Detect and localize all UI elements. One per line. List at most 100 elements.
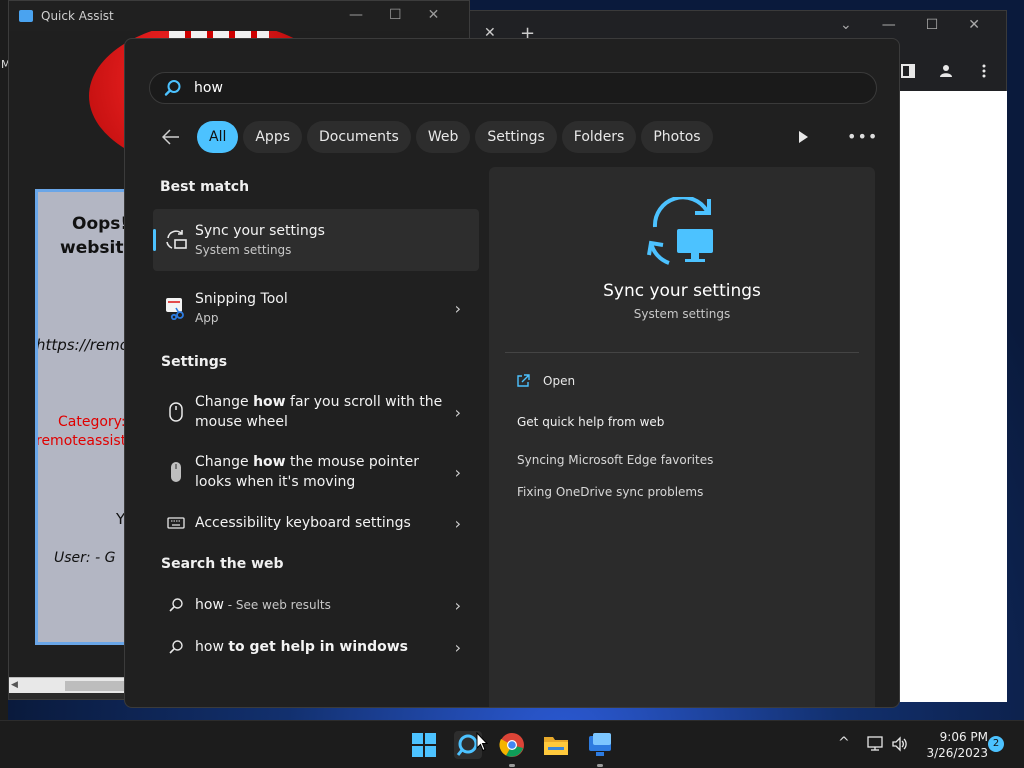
filter-all[interactable]: All [197, 121, 239, 153]
mouse-pointer-icon [163, 459, 189, 485]
taskbar: ^ 9:06 PM 3/26/2023 2 [0, 720, 1024, 768]
snipping-tool-title: Snipping Tool [195, 291, 288, 307]
chevron-right-icon[interactable]: › [455, 299, 461, 318]
accessibility-keyboard-text: Accessibility keyboard settings [195, 513, 411, 533]
result-accessibility-keyboard[interactable]: Accessibility keyboard settings › [153, 505, 479, 541]
best-match-heading: Best match [160, 179, 250, 195]
best-match-text: Sync your settings System settings [195, 221, 325, 259]
network-icon[interactable] [866, 736, 884, 752]
snipping-tool-text: Snipping Tool App [195, 289, 288, 327]
filter-bar: All Apps Documents Web Settings Folders … [159, 121, 718, 153]
web-help-heading: Get quick help from web [517, 415, 665, 429]
open-label: Open [543, 374, 576, 388]
best-match-sync-settings[interactable]: Sync your settings System settings [153, 209, 479, 271]
desktop-left-edge: M [0, 0, 11, 720]
open-action[interactable]: Open [515, 373, 575, 389]
quick-assist-running-indicator [597, 764, 603, 767]
filter-photos[interactable]: Photos [641, 121, 713, 153]
open-external-icon [517, 374, 530, 387]
volume-icon[interactable] [891, 736, 909, 752]
chrome-icon[interactable] [498, 731, 526, 759]
preview-title: Sync your settings [603, 281, 761, 301]
browser-minimize-button[interactable]: — [882, 17, 896, 33]
browser-page-content [900, 91, 1007, 702]
quick-assist-maximize-button[interactable]: ☐ [389, 7, 402, 23]
search-input[interactable] [194, 76, 844, 100]
search-box[interactable] [149, 72, 877, 104]
filter-web[interactable]: Web [415, 121, 471, 153]
web-result-how-line: how - See web results [195, 595, 331, 615]
web-result-how-to-get-help[interactable]: how to get help in windows › [153, 629, 479, 665]
scroll-setting-highlight: how [253, 394, 286, 410]
keyboard-icon [163, 510, 189, 536]
scroll-setting-pre: Change [195, 394, 254, 410]
warning-category-value: remoteassista [36, 433, 135, 449]
chevron-right-icon[interactable]: › [455, 403, 461, 422]
quick-assist-icon [19, 10, 33, 22]
notification-badge[interactable]: 2 [988, 736, 1004, 752]
system-clock[interactable]: 9:06 PM 3/26/2023 [918, 729, 988, 761]
preview-pane: Sync your settings System settings Open … [489, 167, 875, 707]
pointer-setting-pre: Change [195, 454, 254, 470]
more-options-button[interactable]: ••• [847, 127, 877, 147]
scrollbar-thumb[interactable] [65, 681, 125, 691]
pointer-setting-text: Change how the mouse pointer looks when … [195, 452, 419, 492]
chevron-right-icon[interactable]: › [455, 638, 461, 657]
pointer-setting-highlight: how [253, 454, 286, 470]
web-result-how[interactable]: how - See web results › [153, 587, 479, 623]
result-snipping-tool[interactable]: Snipping Tool App › [153, 277, 479, 339]
browser-tab-search-button[interactable]: ⌄ [840, 17, 852, 33]
web-result-suffix: - See web results [223, 598, 331, 612]
filter-settings[interactable]: Settings [475, 121, 557, 153]
chrome-running-indicator [509, 764, 515, 767]
filter-apps[interactable]: Apps [243, 121, 303, 153]
file-explorer-icon[interactable] [542, 731, 570, 759]
quick-assist-title: Quick Assist [41, 9, 114, 23]
quick-assist-taskbar-icon[interactable] [586, 731, 614, 759]
result-scroll-setting[interactable]: Change how far you scroll with the mouse… [153, 383, 479, 441]
web-help-link-onedrive-sync[interactable]: Fixing OneDrive sync problems [517, 485, 703, 499]
mouse-icon [163, 399, 189, 425]
back-arrow-icon[interactable] [159, 125, 183, 149]
browser-close-button[interactable]: ✕ [968, 17, 980, 33]
result-pointer-setting[interactable]: Change how the mouse pointer looks when … [153, 443, 479, 501]
warning-category-label: Category: [58, 414, 126, 430]
quick-assist-horizontal-scrollbar[interactable]: ◀ [9, 677, 127, 693]
chevron-right-icon[interactable]: › [455, 463, 461, 482]
sync-settings-icon [163, 227, 189, 253]
sidebar-toggle-icon[interactable] [900, 63, 916, 79]
browser-window-controls: ⌄ — ☐ ✕ [840, 17, 980, 33]
pointer-setting-line2: looks when it's moving [195, 474, 356, 490]
search-icon [164, 80, 181, 96]
warning-user-line: User: - G [54, 550, 116, 566]
browser-toolbar [900, 63, 992, 79]
web-search-icon [163, 634, 189, 660]
play-more-filters-icon[interactable] [793, 127, 813, 147]
scroll-left-arrow-icon[interactable]: ◀ [11, 680, 18, 690]
profile-icon[interactable] [938, 63, 954, 79]
web-result-how-text: how - See web results [195, 595, 331, 615]
scroll-setting-line1: Change how far you scroll with the [195, 392, 442, 412]
filter-folders[interactable]: Folders [561, 121, 637, 153]
selection-indicator [153, 229, 156, 251]
quick-assist-close-button[interactable]: ✕ [428, 7, 440, 23]
pointer-setting-line1: Change how the mouse pointer [195, 452, 419, 472]
snipping-tool-subtitle: App [195, 311, 219, 325]
best-match-title: Sync your settings [195, 223, 325, 239]
browser-maximize-button[interactable]: ☐ [926, 17, 939, 33]
preview-subtitle: System settings [633, 307, 731, 321]
browser-menu-icon[interactable] [976, 63, 992, 79]
warning-url: https://remo [36, 336, 129, 354]
filter-documents[interactable]: Documents [307, 121, 411, 153]
accessibility-keyboard-title: Accessibility keyboard settings [195, 515, 411, 531]
web-help-link-edge-favorites[interactable]: Syncing Microsoft Edge favorites [517, 453, 713, 467]
quick-assist-titlebar[interactable]: Quick Assist — ☐ ✕ [9, 1, 469, 31]
tray-overflow-chevron-icon[interactable]: ^ [838, 735, 850, 751]
windows-start-icon[interactable] [410, 731, 438, 759]
chevron-right-icon[interactable]: › [455, 514, 461, 533]
preview-divider [505, 352, 859, 353]
warning-line-1: Oops! [72, 214, 129, 234]
chevron-right-icon[interactable]: › [455, 596, 461, 615]
quick-assist-minimize-button[interactable]: — [349, 7, 363, 23]
scroll-setting-text: Change how far you scroll with the mouse… [195, 392, 442, 432]
